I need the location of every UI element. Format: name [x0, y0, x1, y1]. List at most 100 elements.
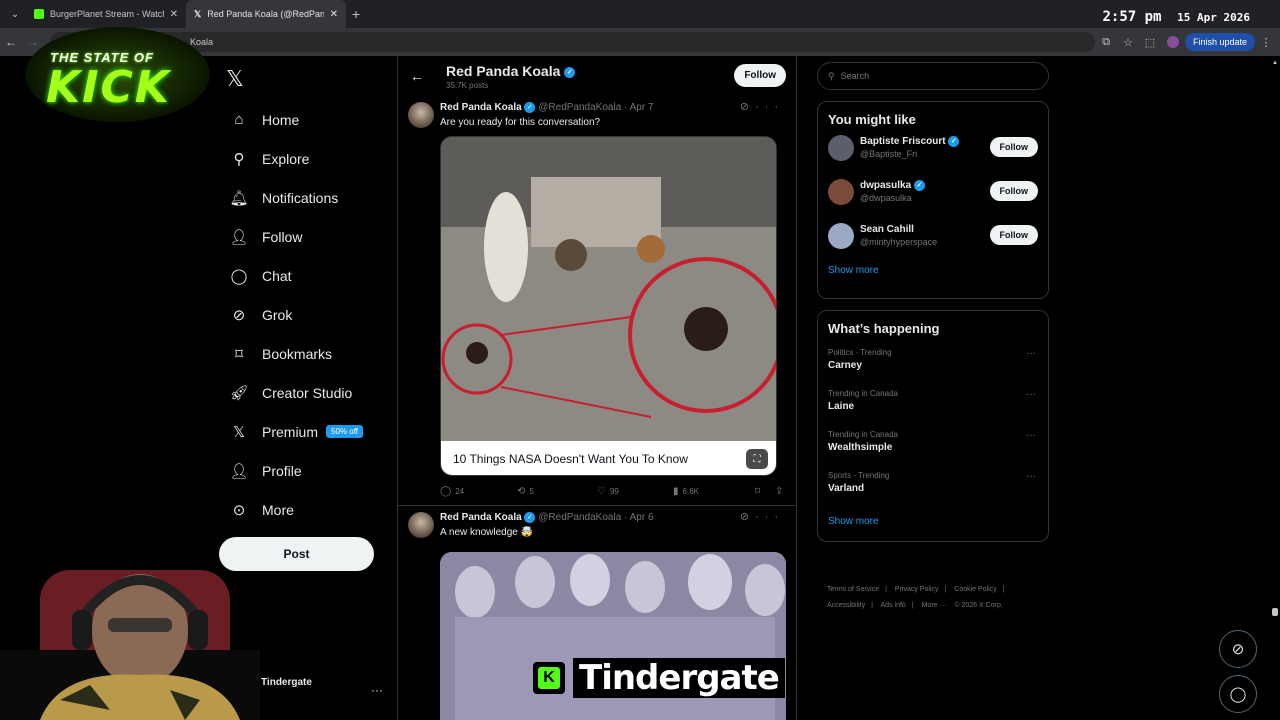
- more-icon[interactable]: ···: [1026, 430, 1036, 441]
- repost-icon: ⟲: [517, 486, 526, 497]
- close-tab-icon[interactable]: ✕: [330, 9, 338, 20]
- suggestion-name[interactable]: dwpasulka: [860, 180, 911, 191]
- bookmark-icon: ⌑: [235, 345, 243, 363]
- page-scrollbar[interactable]: ▲: [1272, 60, 1278, 620]
- person-icon: 👤︎: [229, 462, 249, 480]
- share-icon: ⇪: [775, 486, 784, 497]
- avatar[interactable]: [828, 135, 854, 161]
- account-name[interactable]: Tindergate: [261, 677, 312, 688]
- close-tab-icon[interactable]: ✕: [170, 9, 178, 20]
- trend-item[interactable]: Politics · Trending Carney ···: [818, 344, 1048, 385]
- share-button[interactable]: ⇪: [775, 486, 783, 497]
- like-button[interactable]: ♡ 99: [597, 486, 673, 497]
- install-app-icon[interactable]: ⧉: [1095, 36, 1117, 49]
- more-icon[interactable]: ···: [1026, 348, 1036, 359]
- verified-badge-icon: ✓: [524, 102, 536, 113]
- copyright: © 2026 X Corp.: [954, 602, 1003, 609]
- footer-separator: |: [911, 602, 914, 609]
- verified-badge-icon: ✓: [564, 66, 576, 78]
- follow-button[interactable]: Follow: [734, 64, 786, 87]
- avatar[interactable]: [828, 223, 854, 249]
- show-more-link[interactable]: Show more: [828, 265, 1048, 276]
- nav-notifications[interactable]: 🔔︎ Notifications: [222, 178, 392, 217]
- nav-profile[interactable]: 👤︎ Profile: [222, 451, 392, 490]
- nav-grok[interactable]: ⊘ Grok: [222, 295, 392, 334]
- tweet[interactable]: Red Panda Koala ✓ @RedPandaKoala · Apr 7…: [398, 96, 796, 506]
- search-input[interactable]: ⚲ Search: [817, 62, 1049, 90]
- tweet-date[interactable]: · Apr 6: [624, 512, 653, 523]
- nav-label: Notifications: [262, 189, 339, 206]
- tweet-author-name[interactable]: Red Panda Koala: [440, 512, 522, 523]
- follow-button[interactable]: Follow: [989, 137, 1038, 157]
- star-icon[interactable]: ☆: [1117, 36, 1139, 49]
- alien-head: [570, 554, 610, 606]
- grok-icon[interactable]: ⊘: [740, 511, 755, 523]
- nav-more[interactable]: ⊙ More: [222, 490, 392, 529]
- card-title[interactable]: 10 Things NASA Doesn't Want You To Know: [453, 452, 688, 466]
- suggestion-name[interactable]: Baptiste Friscourt: [860, 136, 946, 147]
- trend-item[interactable]: Trending in Canada Laine ···: [818, 385, 1048, 426]
- bookmark-button[interactable]: ⌑: [755, 486, 775, 497]
- nav-bookmarks[interactable]: ⌑ Bookmarks: [222, 334, 392, 373]
- nav-label: Profile: [262, 462, 302, 479]
- webcam-overlay: [0, 570, 260, 720]
- finish-update-button[interactable]: Finish update: [1185, 33, 1256, 51]
- suggestion-item[interactable]: Sean Cahill @mintyhyperspace Follow: [818, 215, 1048, 259]
- account-more-icon[interactable]: ···: [371, 683, 383, 697]
- tweet-handle[interactable]: @RedPandaKoala: [538, 102, 621, 113]
- tweet-date[interactable]: · Apr 7: [624, 102, 653, 113]
- follow-button[interactable]: Follow: [989, 181, 1038, 201]
- back-arrow-icon[interactable]: ←: [0, 35, 22, 49]
- more-link[interactable]: More ···: [922, 602, 947, 609]
- reply-button[interactable]: ◯ 24: [440, 486, 517, 497]
- cookie-link[interactable]: Cookie Policy: [954, 586, 996, 593]
- tweet-handle[interactable]: @RedPandaKoala: [538, 512, 621, 523]
- privacy-link[interactable]: Privacy Policy: [895, 586, 939, 593]
- trend-item[interactable]: Sports · Trending Varland ···: [818, 467, 1048, 508]
- terms-link[interactable]: Terms of Service: [827, 586, 879, 593]
- x-logo-icon[interactable]: 𝕏: [226, 66, 244, 92]
- nav-chat[interactable]: ◯ Chat: [222, 256, 392, 295]
- footer-links: Terms of Service | Privacy Policy | Cookie…: [827, 582, 1049, 614]
- face-small: [466, 342, 488, 364]
- suggestion-item[interactable]: dwpasulka ✓ @dwpasulka Follow: [818, 171, 1048, 215]
- headphone-right: [188, 610, 208, 650]
- suggestion-item[interactable]: Baptiste Friscourt ✓ @Baptiste_Fri Follo…: [818, 127, 1048, 171]
- link-card[interactable]: 10 Things NASA Doesn't Want You To Know …: [440, 136, 777, 476]
- nav-explore[interactable]: ⚲ Explore: [222, 139, 392, 178]
- avatar[interactable]: [408, 102, 434, 128]
- grok-fab-button[interactable]: ⊘: [1219, 630, 1257, 668]
- scroll-up-icon[interactable]: ▲: [1272, 60, 1278, 66]
- tab-search-icon[interactable]: ⌄: [4, 4, 26, 24]
- profile-avatar[interactable]: [1167, 36, 1179, 48]
- nav-home[interactable]: ⌂ Home: [222, 100, 392, 139]
- nav-creator-studio[interactable]: 🚀︎ Creator Studio: [222, 373, 392, 412]
- messages-fab-button[interactable]: ◯: [1219, 675, 1257, 713]
- alien-head: [515, 556, 555, 608]
- extensions-icon[interactable]: ⬚: [1139, 36, 1161, 49]
- ads-info-link[interactable]: Ads info: [881, 602, 906, 609]
- kick-letter: K: [538, 667, 560, 689]
- avatar[interactable]: [828, 179, 854, 205]
- accessibility-link[interactable]: Accessibility: [827, 602, 865, 609]
- more-icon[interactable]: ···: [1026, 471, 1036, 482]
- repost-button[interactable]: ⟲ 5: [517, 486, 597, 497]
- show-more-link[interactable]: Show more: [828, 516, 1048, 527]
- new-tab-icon[interactable]: +: [346, 6, 366, 22]
- avatar[interactable]: [408, 512, 434, 538]
- kebab-menu-icon[interactable]: ⋮: [1255, 36, 1277, 49]
- more-icon[interactable]: ···: [755, 101, 784, 113]
- views-button[interactable]: ▮ 6.6K: [673, 486, 755, 497]
- scroll-thumb[interactable]: [1272, 608, 1278, 616]
- nav-premium[interactable]: 𝕏 Premium 50% off: [222, 412, 392, 451]
- follow-button[interactable]: Follow: [989, 225, 1038, 245]
- trend-item[interactable]: Trending in Canada Wealthsimple ···: [818, 426, 1048, 467]
- tweet-author-name[interactable]: Red Panda Koala: [440, 102, 522, 113]
- suggestion-name[interactable]: Sean Cahill: [860, 224, 914, 235]
- more-icon[interactable]: ···: [1026, 389, 1036, 400]
- back-arrow-icon[interactable]: ←: [410, 68, 424, 84]
- nav-follow[interactable]: 👤︎ Follow: [222, 217, 392, 256]
- trend-context: Politics · Trending: [828, 348, 892, 357]
- more-icon[interactable]: ···: [755, 511, 784, 523]
- grok-icon[interactable]: ⊘: [740, 101, 755, 113]
